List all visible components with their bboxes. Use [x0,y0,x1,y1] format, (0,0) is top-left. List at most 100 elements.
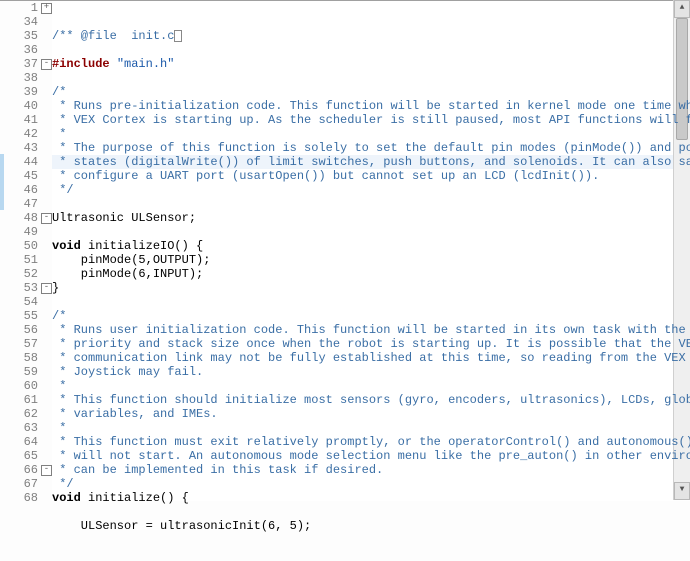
line-number: 68 [14,491,38,505]
fold-expand-icon[interactable]: + [41,3,52,14]
line-number: 46 [14,183,38,197]
code-line[interactable] [52,43,690,57]
line-number: 48 [14,211,38,225]
line-number: 39 [14,85,38,99]
code-token: * [52,421,66,435]
line-number: 62 [14,407,38,421]
code-token: * The purpose of this function is solely… [52,141,690,155]
code-token: * [52,379,66,393]
code-token: /** @file init.c [52,29,174,43]
code-line[interactable] [52,71,690,85]
code-line[interactable]: * communication link may not be fully es… [52,351,690,365]
line-number: 56 [14,323,38,337]
line-number: 65 [14,449,38,463]
code-line[interactable]: Ultrasonic ULSensor; [52,211,690,225]
code-line[interactable]: * priority and stack size once when the … [52,337,690,351]
code-token: * [52,127,66,141]
code-line[interactable]: #include "main.h" [52,57,690,71]
line-number: 63 [14,421,38,435]
code-token: * VEX Cortex is starting up. As the sche… [52,113,690,127]
code-line[interactable]: * states (digitalWrite()) of limit switc… [52,155,690,169]
line-number: 35 [14,29,38,43]
line-number: 49 [14,225,38,239]
code-line[interactable]: * configure a UART port (usartOpen()) bu… [52,169,690,183]
code-line[interactable]: /* [52,309,690,323]
code-line[interactable]: * Runs pre-initialization code. This fun… [52,99,690,113]
change-marker [0,154,4,210]
line-number: 40 [14,99,38,113]
line-number: 41 [14,113,38,127]
code-token: * can be implemented in this task if des… [52,463,383,477]
code-line[interactable] [52,505,690,519]
code-line[interactable]: void initializeIO() { [52,239,690,253]
code-token: * Runs pre-initialization code. This fun… [52,99,690,113]
code-line[interactable]: * [52,379,690,393]
line-number: 47 [14,197,38,211]
code-line[interactable]: pinMode(5,OUTPUT); [52,253,690,267]
cursor-caret [174,30,182,42]
line-number: 59 [14,365,38,379]
code-line[interactable]: * Runs user initialization code. This fu… [52,323,690,337]
code-token: * variables, and IMEs. [52,407,218,421]
code-line[interactable]: void initialize() { [52,491,690,505]
code-line[interactable]: * VEX Cortex is starting up. As the sche… [52,113,690,127]
code-line[interactable]: */ [52,183,690,197]
line-number: 50 [14,239,38,253]
code-line[interactable]: ULSensor = ultrasonicInit(6, 5); [52,519,690,533]
code-line[interactable]: * can be implemented in this task if des… [52,463,690,477]
code-line[interactable]: * [52,127,690,141]
line-number-gutter: 1343536373839404142434445464748495051525… [14,1,40,501]
code-token: pinMode(5,OUTPUT); [52,253,210,267]
line-number: 55 [14,309,38,323]
code-line[interactable]: * [52,421,690,435]
line-number: 64 [14,435,38,449]
code-token: initializeIO() { [81,239,203,253]
line-number: 53 [14,281,38,295]
code-line[interactable]: /** @file init.c [52,29,690,43]
code-line[interactable]: pinMode(6,INPUT); [52,267,690,281]
line-number: 45 [14,169,38,183]
code-token: } [52,281,59,295]
code-token: * configure a UART port (usartOpen()) bu… [52,169,599,183]
scroll-up-button[interactable]: ▲ [674,0,690,18]
code-token: * will not start. An autonomous mode sel… [52,449,690,463]
code-token: pinMode(6,INPUT); [52,267,203,281]
line-number: 60 [14,379,38,393]
code-token: */ [52,183,74,197]
code-line[interactable] [52,295,690,309]
line-number: 1 [14,1,38,15]
code-line[interactable]: } [52,281,690,295]
code-line[interactable]: * This function should initialize most s… [52,393,690,407]
fold-collapse-icon[interactable]: - [41,465,52,476]
line-number: 43 [14,141,38,155]
code-area[interactable]: /** @file init.c #include "main.h" /* * Ru… [52,1,690,501]
code-token: ULSensor = ultrasonicInit(6, 5); [52,519,311,533]
code-token: * This function should initialize most s… [52,393,690,407]
code-token: * Joystick may fail. [52,365,203,379]
code-token: */ [52,477,74,491]
line-number: 67 [14,477,38,491]
line-number: 57 [14,337,38,351]
code-line[interactable]: * variables, and IMEs. [52,407,690,421]
code-line[interactable]: * The purpose of this function is solely… [52,141,690,155]
code-line[interactable]: * This function must exit relatively pro… [52,435,690,449]
code-token: * states (digitalWrite()) of limit switc… [52,155,690,169]
line-number: 54 [14,295,38,309]
code-line[interactable] [52,225,690,239]
code-line[interactable]: */ [52,477,690,491]
code-line[interactable]: * Joystick may fail. [52,365,690,379]
fold-collapse-icon[interactable]: - [41,59,52,70]
line-number: 38 [14,71,38,85]
code-line[interactable]: * will not start. An autonomous mode sel… [52,449,690,463]
code-editor[interactable]: 1343536373839404142434445464748495051525… [0,0,690,501]
code-line[interactable]: /* [52,85,690,99]
fold-collapse-icon[interactable]: - [41,213,52,224]
code-line[interactable] [52,197,690,211]
line-number: 66 [14,463,38,477]
fold-collapse-icon[interactable]: - [41,283,52,294]
line-number: 61 [14,393,38,407]
line-number: 42 [14,127,38,141]
line-number: 37 [14,57,38,71]
line-number: 44 [14,155,38,169]
code-token: /* [52,85,66,99]
